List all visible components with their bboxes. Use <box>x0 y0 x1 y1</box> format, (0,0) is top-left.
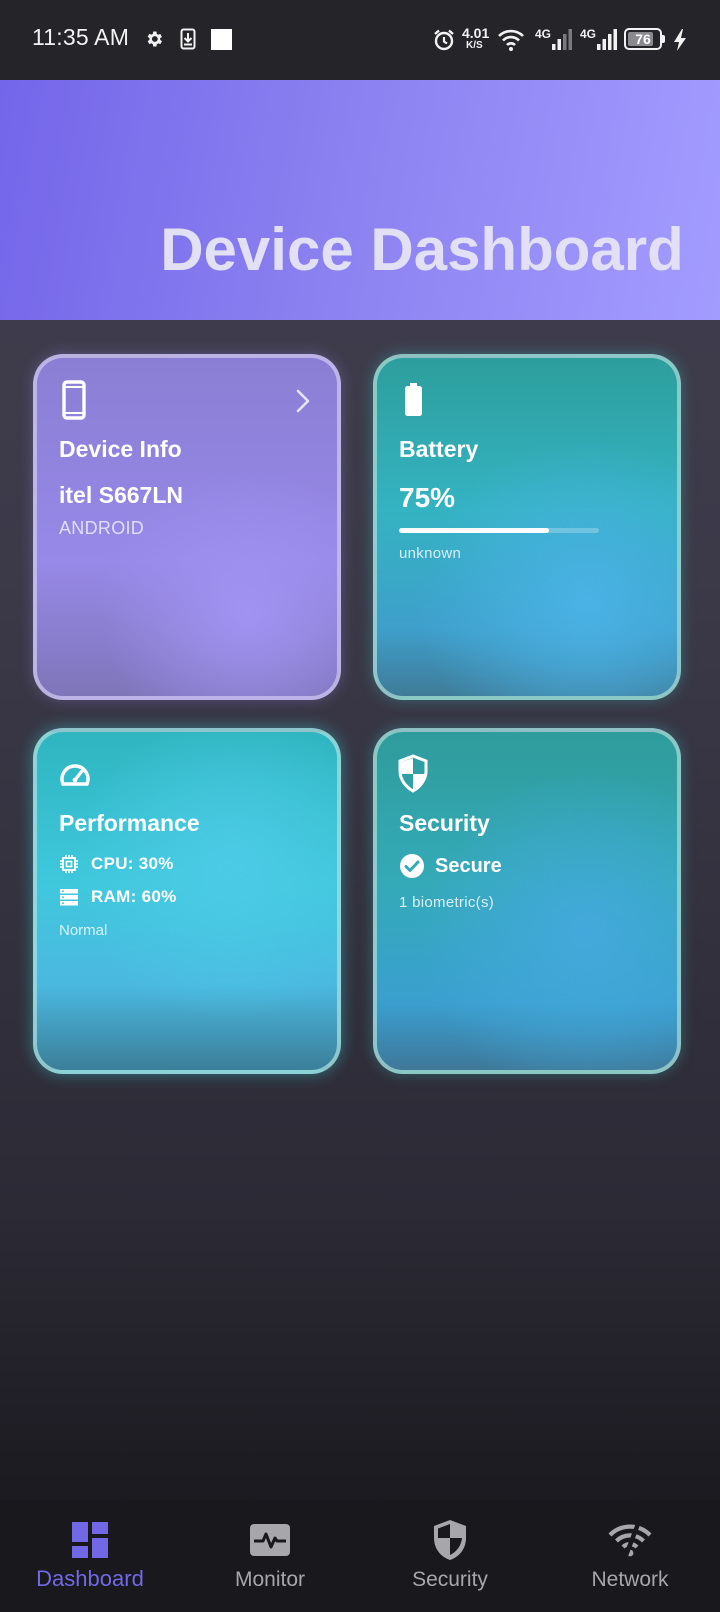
device-info-card[interactable]: Device Info itel S667LN ANDROID <box>33 354 341 700</box>
header-banner: Device Dashboard <box>0 80 720 320</box>
monitor-icon <box>250 1524 290 1556</box>
sim1-network-label: 4G <box>535 27 552 41</box>
chevron-right-icon[interactable] <box>293 388 313 414</box>
device-info-title: Device Info <box>59 436 182 462</box>
net-speed-unit: K/S <box>466 40 483 51</box>
battery-card[interactable]: Battery 75% unknown <box>373 354 681 700</box>
cpu-metric: CPU: 30% <box>59 852 174 876</box>
device-model: itel S667LN <box>59 482 183 508</box>
dashboard-icon <box>72 1522 108 1558</box>
wifi-icon <box>498 29 524 51</box>
battery-level: 75% <box>399 482 456 513</box>
nav-label-monitor: Monitor <box>234 1568 306 1591</box>
battery-progress-fill <box>399 528 549 533</box>
cpu-chip-icon <box>60 855 78 873</box>
white-square-icon <box>211 29 232 50</box>
nav-item-security[interactable]: Security <box>360 1500 540 1612</box>
battery-status: unknown <box>399 545 462 562</box>
page-title: Device Dashboard <box>160 216 684 283</box>
nav-item-network[interactable]: Network <box>540 1500 720 1612</box>
download-icon <box>180 28 196 50</box>
performance-status: Normal <box>59 922 108 939</box>
nav-label-network: Network <box>591 1568 669 1591</box>
battery-level-text: 76 <box>635 31 651 47</box>
secure-status-row: Secure <box>399 852 502 880</box>
security-status: Secure <box>435 854 502 877</box>
smartphone-icon <box>62 380 86 420</box>
network-icon <box>608 1523 652 1559</box>
battery-icon <box>405 383 422 416</box>
charging-bolt-icon <box>674 29 686 51</box>
status-bar: 11:35 AM 4.01 K/S 4G 4G 76 <box>0 0 720 80</box>
device-os: ANDROID <box>59 518 145 538</box>
battery-icon: 76 <box>624 28 662 50</box>
nav-label-security: Security <box>412 1568 488 1591</box>
status-time: 11:35 AM <box>32 24 130 50</box>
shield-icon <box>398 754 428 793</box>
nav-label-dashboard: Dashboard <box>36 1566 144 1591</box>
net-speed-value: 4.01 <box>462 25 490 41</box>
ram-metric: RAM: 60% <box>59 885 177 909</box>
signal-icon <box>597 29 617 50</box>
ram-usage-text: RAM: 60% <box>91 887 177 906</box>
memory-icon <box>60 889 78 906</box>
cpu-usage-text: CPU: 30% <box>91 854 174 873</box>
biometric-count: 1 biometric(s) <box>399 894 495 911</box>
security-card[interactable]: Security Secure 1 biometric(s) <box>373 728 681 1074</box>
security-shield-icon <box>434 1520 466 1560</box>
bottom-navigation: Dashboard Monitor Security Network <box>0 1500 720 1612</box>
performance-card[interactable]: Performance CPU: 30% RAM: 60% Normal <box>33 728 341 1074</box>
check-circle-icon <box>400 854 424 878</box>
signal-icon <box>552 29 572 50</box>
sim2-network-label: 4G <box>580 27 597 41</box>
nav-item-dashboard[interactable]: Dashboard <box>0 1500 180 1612</box>
security-title: Security <box>399 810 490 836</box>
nav-item-monitor[interactable]: Monitor <box>180 1500 360 1612</box>
battery-progress-bar <box>399 528 599 533</box>
speedometer-icon <box>60 764 90 786</box>
settings-gear-icon <box>147 31 162 47</box>
battery-title: Battery <box>399 436 479 462</box>
performance-title: Performance <box>59 810 200 836</box>
alarm-icon <box>434 29 454 51</box>
